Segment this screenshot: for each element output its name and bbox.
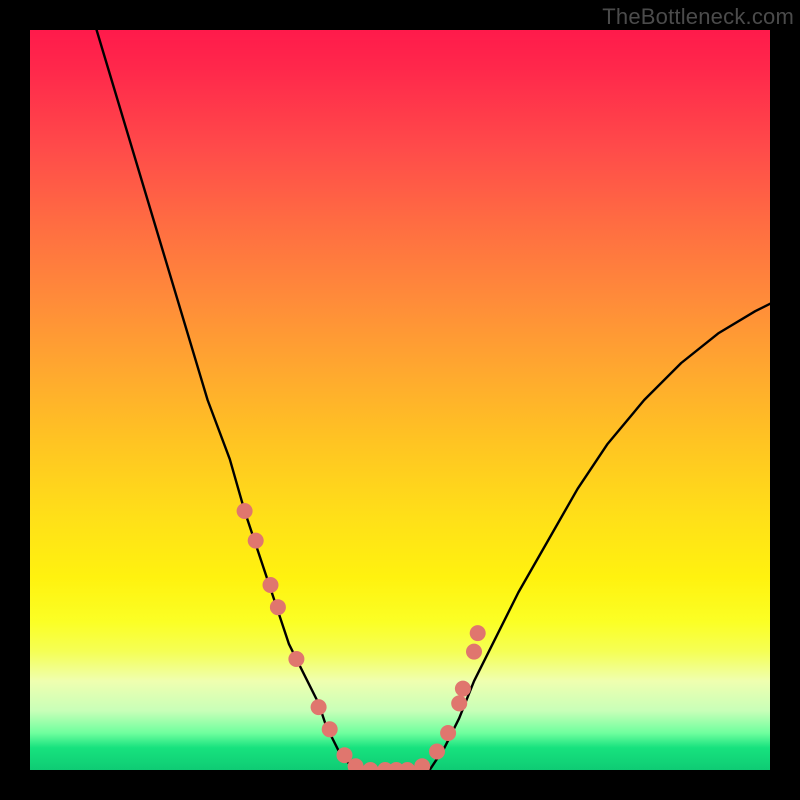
chart-frame: TheBottleneck.com — [0, 0, 800, 800]
watermark-label: TheBottleneck.com — [602, 4, 794, 30]
curve-marker — [322, 721, 338, 737]
curve-markers — [237, 503, 486, 770]
curve-marker — [248, 533, 264, 549]
curve-marker — [270, 599, 286, 615]
curve-marker — [288, 651, 304, 667]
curve-marker — [414, 758, 430, 770]
curve-marker — [470, 625, 486, 641]
curve-marker — [440, 725, 456, 741]
curve-marker — [399, 762, 415, 770]
curve-marker — [455, 681, 471, 697]
curve-marker — [263, 577, 279, 593]
curve-marker — [466, 644, 482, 660]
curve-marker — [311, 699, 327, 715]
curve-marker — [237, 503, 253, 519]
curve-layer — [30, 30, 770, 770]
curve-marker — [451, 695, 467, 711]
bottleneck-curve — [97, 30, 770, 770]
plot-area — [30, 30, 770, 770]
curve-marker — [429, 744, 445, 760]
curve-marker — [362, 762, 378, 770]
